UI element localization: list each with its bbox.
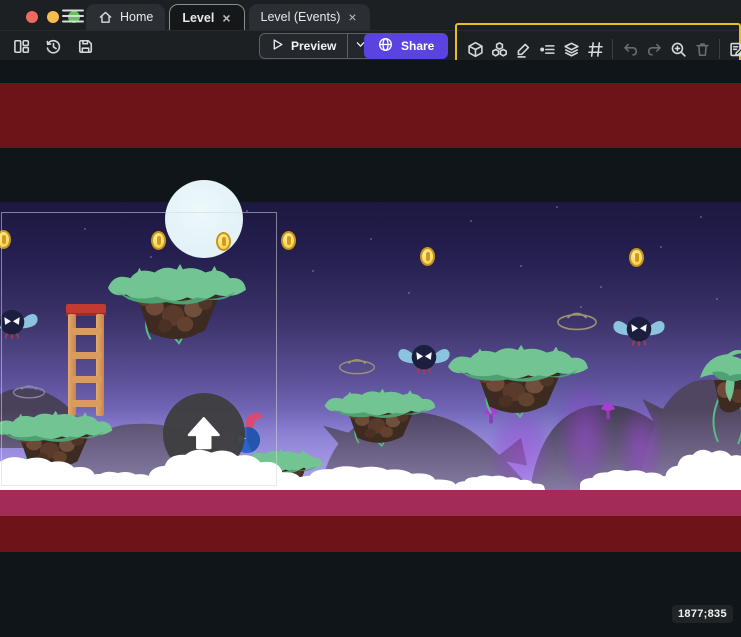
app-window: Home Level × Level (Events) × Preview: [0, 0, 741, 637]
red-wall-top-sprite[interactable]: [0, 83, 741, 148]
preview-button[interactable]: Preview: [260, 34, 347, 58]
bat-enemy-sprite[interactable]: [611, 311, 667, 351]
mushroom-sprite[interactable]: [600, 396, 616, 422]
instances-list-icon[interactable]: [535, 37, 559, 61]
tab-home[interactable]: Home: [86, 4, 165, 30]
edit-scene-icon[interactable]: [725, 37, 741, 61]
star-dot: [556, 206, 558, 208]
minimize-window-button[interactable]: [47, 11, 59, 23]
star-dot: [660, 246, 662, 248]
star-dot: [470, 220, 472, 222]
floating-island-sprite[interactable]: [446, 344, 590, 422]
crimson-wall-sprite[interactable]: [0, 490, 741, 516]
tab-close-icon[interactable]: ×: [221, 11, 231, 25]
toolbar-divider: [612, 39, 613, 59]
star-dot: [520, 265, 522, 267]
star-dot: [370, 238, 372, 240]
share-button[interactable]: Share: [364, 33, 448, 59]
preview-button-label: Preview: [291, 39, 336, 53]
ufo-doodle-sprite[interactable]: [338, 355, 376, 375]
star-dot: [408, 292, 410, 294]
delete-icon: [690, 37, 714, 61]
redo-icon: [642, 37, 666, 61]
floating-island-sprite[interactable]: [323, 388, 437, 450]
project-manager-icon[interactable]: [9, 34, 33, 58]
scene-editor-canvas[interactable]: 1877;835: [0, 60, 741, 637]
star-dot: [716, 298, 718, 300]
cursor-coordinates-badge: 1877;835: [672, 605, 733, 623]
home-icon: [98, 10, 113, 25]
cloud-sprite[interactable]: [292, 464, 457, 490]
floating-island-sprite[interactable]: [698, 350, 741, 448]
tab-strip: Home Level × Level (Events) ×: [86, 0, 374, 30]
close-window-button[interactable]: [26, 11, 38, 23]
tab-level-events[interactable]: Level (Events) ×: [249, 4, 370, 30]
objects-panel-icon[interactable]: [463, 37, 487, 61]
undo-icon: [618, 37, 642, 61]
star-dot: [600, 286, 602, 288]
tab-label: Level (Events): [261, 10, 341, 24]
tab-level[interactable]: Level ×: [169, 4, 244, 30]
save-icon[interactable]: [73, 34, 97, 58]
zoom-in-icon[interactable]: [666, 37, 690, 61]
grid-icon[interactable]: [583, 37, 607, 61]
coin-sprite[interactable]: [420, 247, 435, 266]
cloud-sprite[interactable]: [665, 446, 741, 490]
bat-enemy-sprite[interactable]: [396, 339, 452, 379]
properties-icon[interactable]: [511, 37, 535, 61]
main-menu-icon[interactable]: [62, 8, 84, 24]
preview-split-button: Preview: [259, 33, 373, 59]
toolbar-left-icons: [9, 34, 97, 58]
tab-label: Home: [120, 10, 153, 24]
camera-viewport-border: [1, 212, 277, 486]
star-dot: [312, 270, 314, 272]
tab-label: Level: [182, 11, 214, 25]
history-icon[interactable]: [41, 34, 65, 58]
play-icon: [271, 38, 284, 54]
ufo-doodle-sprite[interactable]: [556, 308, 598, 331]
star-dot: [700, 216, 702, 218]
globe-icon: [378, 37, 393, 55]
cloud-sprite[interactable]: [455, 474, 545, 490]
tab-close-icon[interactable]: ×: [347, 10, 357, 24]
coin-sprite[interactable]: [281, 231, 296, 250]
coin-sprite[interactable]: [629, 248, 644, 267]
red-wall-bottom-sprite[interactable]: [0, 516, 741, 552]
layers-icon[interactable]: [559, 37, 583, 61]
toolbar-divider: [719, 39, 720, 59]
object-groups-icon[interactable]: [487, 37, 511, 61]
scene-tools-row: [463, 37, 741, 61]
share-button-label: Share: [401, 39, 434, 53]
